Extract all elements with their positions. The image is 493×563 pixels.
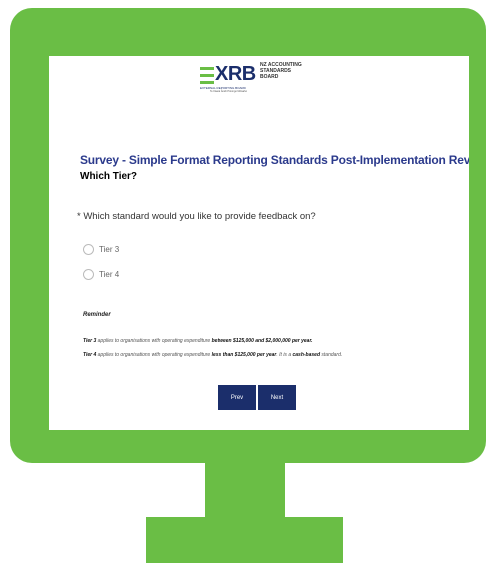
monitor-stand-base [146,517,343,563]
radio-tier-3[interactable] [83,243,94,255]
survey-subtitle: Which Tier? [80,171,138,182]
prev-button[interactable]: Prev [218,385,256,410]
xrb-bars-icon [200,67,214,84]
option-tier-4-label: Tier 4 [99,269,120,279]
question-text: * Which standard would you like to provi… [77,211,316,222]
option-tier-4[interactable]: Tier 4 [83,268,119,280]
xrb-brand-subtitle-maori: Te Kāwai Ārahi Pūrongo Mōwaho [210,90,247,93]
tier-3-label: Tier 3 [83,338,97,344]
xrb-brand-text: XRB [215,63,256,85]
tier-3-range: between $125,000 and $2,000,000 per year… [211,338,313,344]
nzasb-line-3: BOARD [260,74,279,80]
xrb-logo: XRB EXTERNAL REPORTING BOARD Te Kāwai Ār… [200,61,320,97]
tier-4-basis: cash-based [292,352,321,358]
survey-title: Survey - Simple Format Reporting Standar… [80,153,469,167]
radio-tier-4[interactable] [83,268,94,280]
tier-3-description: Tier 3 applies to organisations with ope… [83,338,313,344]
tier-4-text: applies to organisations with operating … [96,352,212,358]
tier-4-range: less than $125,000 per year [211,352,277,358]
screen: XRB EXTERNAL REPORTING BOARD Te Kāwai Ār… [49,56,469,430]
tier-4-label: Tier 4 [83,352,97,358]
option-tier-3-label: Tier 3 [99,244,120,254]
monitor-stand-neck [205,462,285,522]
next-button[interactable]: Next [258,385,296,410]
tier-4-text-2: . It is a [276,352,293,358]
option-tier-3[interactable]: Tier 3 [83,243,119,255]
tier-3-text: applies to organisations with operating … [96,338,212,344]
reminder-heading: Reminder [83,312,111,318]
tier-4-description: Tier 4 applies to organisations with ope… [83,352,342,358]
nzasb-name: NZ ACCOUNTING STANDARDS BOARD [260,62,320,80]
tier-4-text-3: standard. [320,352,343,358]
